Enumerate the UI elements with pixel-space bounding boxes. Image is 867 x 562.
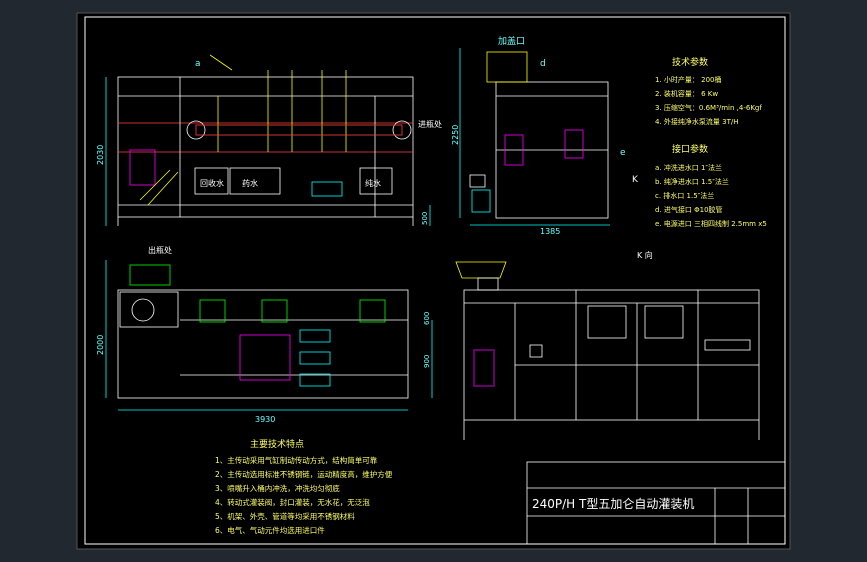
tech-param-1: 1. 小时产量： 200桶 (655, 75, 722, 84)
feature-5: 5、机架、外壳、管道等均采用不锈钢材料 (215, 511, 355, 521)
tech-param-4: 4. 外接纯净水泵流量 3T/H (655, 117, 738, 126)
top-dim-depth: 2000 (96, 335, 105, 355)
features-heading: 主要技术特点 (250, 438, 304, 450)
top-label-outlet: 出瓶处 (148, 245, 172, 255)
front-zone-recycled: 回收水 (200, 178, 224, 188)
tech-param-3: 3. 压缩空气：0.6M³/min ,4-6Kgf (655, 103, 762, 112)
front-zone-pure: 纯水 (365, 178, 381, 188)
interface-params-heading: 接口参数 (672, 143, 708, 155)
feature-1: 1、主传动采用气缸制动传动方式，结构简单可靠 (215, 455, 378, 465)
front-label-inlet: 进瓶处 (418, 119, 442, 129)
interface-param-e: e. 电源进口 三相四线制 2.5mm x5 (655, 219, 767, 228)
interface-param-c: c. 排水口 1.5″法兰 (655, 191, 714, 200)
tech-param-2: 2. 装机容量： 6 Kw (655, 89, 718, 98)
interface-param-a: a. 冲洗进水口 1″法兰 (655, 163, 722, 172)
tech-params-heading: 技术参数 (672, 56, 708, 68)
top-dim-width: 3930 (255, 415, 275, 424)
front-label-a: a (195, 59, 201, 69)
side-label-e: e (620, 148, 626, 158)
side-label-d: d (540, 59, 546, 69)
feature-2: 2、主传动选用标准不锈钢链，运动精度高，维护方便 (215, 469, 393, 479)
front-dim-base: 500 (421, 212, 429, 225)
side-label-cap-feed: 加盖口 (498, 35, 525, 47)
side-dim-width: 1385 (540, 227, 560, 236)
interface-param-b: b. 纯净进水口 1.5″法兰 (655, 177, 729, 186)
side-dim-height: 2250 (451, 125, 460, 145)
cad-drawing: a 进瓶处 回收水 药水 纯水 2030 500 加盖口 d e K 2250 … (76, 12, 791, 550)
front-zone-chemical: 药水 (242, 178, 258, 188)
feature-6: 6、电气、气动元件均选用进口件 (215, 525, 325, 535)
top-dim-inner: 900 (423, 355, 431, 368)
interface-param-d: d. 进气接口 Φ10胶管 (655, 205, 723, 214)
feature-3: 3、喷嘴升入桶内冲洗，冲洗均匀彻底 (215, 483, 340, 493)
k-view-label: K 向 (637, 250, 653, 260)
feature-4: 4、转动式灌装阀，封口灌装，无水花，无泛泡 (215, 497, 370, 507)
drawing-title: 240P/H T型五加仑自动灌装机 (532, 497, 694, 511)
top-dim-small: 600 (423, 312, 431, 325)
front-dim-height: 2030 (96, 145, 105, 165)
